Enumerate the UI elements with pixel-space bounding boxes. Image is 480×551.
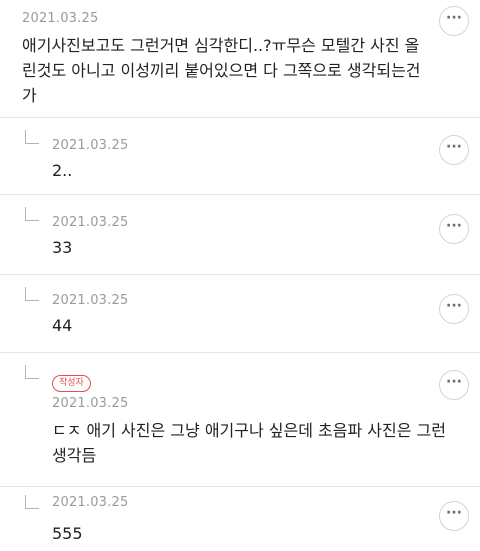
- comment-date: 2021.03.25: [52, 138, 129, 153]
- comment-text: 44: [52, 316, 73, 335]
- reply-item: 2021.03.25 555 ···: [0, 487, 480, 551]
- comment-text: 2..: [52, 161, 73, 180]
- comment-list: 2021.03.25 애기사진보고도 그런거면 심각한디..?ㅠ무슨 모텔간 사…: [0, 0, 480, 551]
- comment-text-line: 린것도 아니고 이성끼리 붙어있으면 다 그쪽으로 생각되는건: [22, 61, 421, 80]
- comment-text-line: 애기사진보고도 그런거면 심각한디..?ㅠ무슨 모텔간 사진 올: [22, 36, 420, 55]
- more-options-button[interactable]: ···: [439, 370, 469, 400]
- reply-item: 2021.03.25 2.. ···: [0, 118, 480, 192]
- comment-text: 애기사진보고도 그런거면 심각한디..?ㅠ무슨 모텔간 사진 올 린것도 아니고…: [22, 33, 421, 108]
- comment-text-line: 가: [22, 86, 37, 105]
- reply-item: 2021.03.25 33 ···: [0, 195, 480, 273]
- comment-text-line: 생각듬: [52, 446, 97, 465]
- more-dots-icon: ···: [446, 139, 462, 155]
- comment-text: 33: [52, 238, 73, 257]
- reply-arrow-icon: [25, 495, 39, 509]
- more-options-button[interactable]: ···: [439, 501, 469, 531]
- more-dots-icon: ···: [446, 374, 462, 390]
- comment-date: 2021.03.25: [52, 215, 129, 230]
- comment-date: 2021.03.25: [52, 293, 129, 308]
- reply-arrow-icon: [25, 130, 39, 144]
- more-options-button[interactable]: ···: [439, 6, 469, 36]
- reply-arrow-icon: [25, 207, 39, 221]
- comment-date: 2021.03.25: [22, 11, 99, 26]
- more-dots-icon: ···: [446, 505, 462, 521]
- comment-date: 2021.03.25: [52, 396, 129, 411]
- more-options-button[interactable]: ···: [439, 214, 469, 244]
- reply-item: 2021.03.25 44 ···: [0, 275, 480, 350]
- author-badge: 작성자: [52, 375, 91, 392]
- more-dots-icon: ···: [446, 298, 462, 314]
- reply-item-author: 작성자 2021.03.25 ㄷㅈ 애기 사진은 그냥 애기구나 싶은데 초음파…: [0, 353, 480, 485]
- comment-text-line: ㄷㅈ 애기 사진은 그냥 애기구나 싶은데 초음파 사진은 그런: [52, 421, 446, 440]
- more-options-button[interactable]: ···: [439, 135, 469, 165]
- more-dots-icon: ···: [446, 10, 462, 26]
- comment-item: 2021.03.25 애기사진보고도 그런거면 심각한디..?ㅠ무슨 모텔간 사…: [0, 0, 480, 115]
- comment-text: 555: [52, 524, 83, 543]
- reply-arrow-icon: [25, 287, 39, 301]
- more-options-button[interactable]: ···: [439, 294, 469, 324]
- reply-arrow-icon: [25, 365, 39, 379]
- comment-date: 2021.03.25: [52, 495, 129, 510]
- more-dots-icon: ···: [446, 218, 462, 234]
- comment-text: ㄷㅈ 애기 사진은 그냥 애기구나 싶은데 초음파 사진은 그런 생각듬: [52, 418, 446, 468]
